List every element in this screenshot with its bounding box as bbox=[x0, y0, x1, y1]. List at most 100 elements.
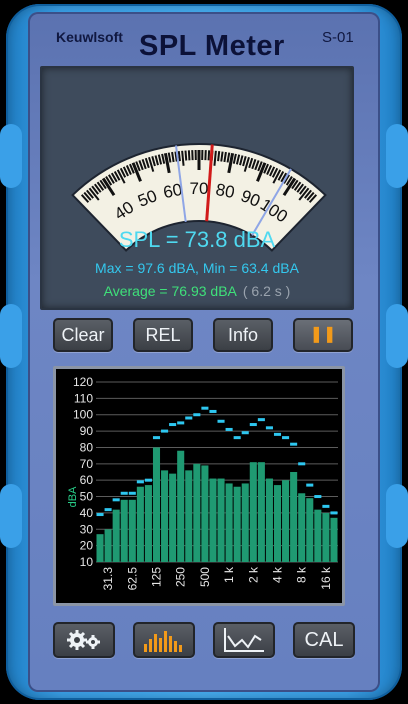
dial-tick bbox=[217, 151, 221, 162]
peak-marker bbox=[152, 436, 161, 440]
dial-tick bbox=[184, 150, 188, 161]
level-bar bbox=[136, 486, 144, 562]
level-bar bbox=[104, 529, 112, 562]
peak-marker bbox=[96, 513, 104, 517]
gears-icon bbox=[67, 630, 100, 650]
cal-button[interactable]: CAL bbox=[293, 622, 355, 658]
y-tick-label: 60 bbox=[80, 473, 94, 487]
max-min-readout: Max = 97.6 dBA, Min = 63.4 dBA bbox=[95, 260, 299, 276]
line-trace-icon bbox=[224, 628, 264, 652]
x-tick-label: 31.3 bbox=[101, 567, 115, 591]
level-bar bbox=[282, 480, 290, 562]
level-bar bbox=[249, 462, 257, 562]
spl-readout: SPL = 73.8 dBA bbox=[118, 227, 276, 252]
peak-marker bbox=[257, 418, 265, 422]
average-readout: Average = 76.93 dBA ( 6.2 s ) bbox=[42, 283, 352, 299]
x-tick-label: 500 bbox=[198, 567, 212, 587]
level-bar bbox=[201, 465, 209, 562]
peak-marker bbox=[120, 491, 128, 495]
dial-tick bbox=[220, 151, 224, 162]
y-tick-label: 90 bbox=[80, 424, 94, 438]
peak-marker bbox=[330, 511, 338, 515]
peak-marker bbox=[314, 495, 322, 499]
rel-button[interactable]: REL bbox=[133, 318, 193, 352]
level-bar bbox=[225, 483, 233, 562]
peak-marker bbox=[241, 431, 249, 435]
level-bar bbox=[233, 486, 241, 562]
y-tick-label: 80 bbox=[80, 440, 94, 454]
peak-marker bbox=[306, 483, 314, 487]
x-tick-label: 62.5 bbox=[125, 567, 139, 591]
trace-view-button[interactable] bbox=[213, 622, 275, 658]
dial-label: 80 bbox=[214, 180, 236, 202]
spectrum-chart: 10 20 30 40 50 60 70 80 90 100 110 120 31.3 62.5 125 2… bbox=[67, 375, 338, 590]
spectrum-graph: 10 20 30 40 50 60 70 80 90 100 110 120 31.3 62.5 125 2… bbox=[53, 366, 345, 606]
y-tick-label: 120 bbox=[73, 375, 93, 389]
level-bar bbox=[265, 478, 273, 562]
clear-button[interactable]: Clear bbox=[53, 318, 113, 352]
peak-marker bbox=[104, 508, 112, 512]
level-bar bbox=[96, 534, 104, 562]
x-tick-label: 4 k bbox=[271, 566, 285, 583]
peak-marker bbox=[273, 432, 282, 436]
y-tick-label: 110 bbox=[74, 391, 93, 405]
level-bar bbox=[306, 498, 314, 562]
side-grip-right bbox=[386, 484, 408, 548]
peak-marker bbox=[177, 421, 185, 425]
level-bar bbox=[314, 509, 322, 562]
side-grip-left bbox=[0, 304, 22, 368]
peak-marker bbox=[265, 426, 273, 430]
level-bar bbox=[193, 463, 201, 562]
peak-marker bbox=[298, 462, 306, 466]
level-bar bbox=[298, 493, 306, 562]
x-tick-label: 1 k bbox=[222, 566, 236, 583]
level-bar bbox=[128, 499, 136, 562]
level-bar bbox=[169, 473, 177, 562]
y-tick-label: 50 bbox=[80, 490, 94, 504]
spectrum-view-button[interactable] bbox=[133, 622, 195, 658]
peak-marker bbox=[185, 416, 193, 420]
level-bar bbox=[322, 512, 330, 562]
dial-tick bbox=[207, 150, 211, 161]
peak-marker bbox=[136, 480, 144, 484]
x-tick-labels: 31.3 62.5 125 250 500 1 k 2 k 4 k 8 k 16 k bbox=[101, 566, 333, 590]
meter-display: 40 50 60 70 80 90 100 SPL = 73.8 dBA Max = 97.… bbox=[40, 66, 354, 310]
brand-label: Keuwlsoft bbox=[56, 29, 123, 45]
peak-marker bbox=[233, 436, 241, 440]
level-bar bbox=[144, 485, 152, 562]
app-title: SPL Meter bbox=[139, 30, 285, 62]
y-tick-label: 100 bbox=[73, 408, 93, 422]
level-bar bbox=[161, 470, 169, 562]
peak-marker bbox=[249, 423, 257, 427]
level-bar bbox=[241, 483, 249, 562]
x-tick-label: 16 k bbox=[319, 566, 333, 590]
duration-value: ( 6.2 s ) bbox=[242, 283, 291, 299]
peak-marker bbox=[282, 436, 290, 440]
y-axis-label: dBA bbox=[67, 486, 79, 507]
peak-marker bbox=[128, 491, 136, 495]
level-bar bbox=[120, 499, 128, 562]
level-bar bbox=[209, 478, 217, 562]
level-bar bbox=[217, 478, 225, 562]
level-bar bbox=[290, 472, 298, 562]
x-tick-label: 250 bbox=[174, 567, 188, 587]
side-grip-right bbox=[386, 124, 408, 188]
level-bar bbox=[185, 470, 193, 562]
peak-marker bbox=[161, 429, 169, 433]
settings-button[interactable] bbox=[53, 622, 115, 658]
pause-icon: ❚❚ bbox=[309, 326, 337, 343]
y-tick-labels: 10 20 30 40 50 60 70 80 90 100 110 120 bbox=[73, 375, 93, 569]
peak-marker bbox=[217, 419, 225, 423]
y-tick-label: 10 bbox=[80, 555, 94, 569]
peak-marker bbox=[144, 478, 152, 482]
peak-marker bbox=[201, 406, 209, 410]
dial-tick bbox=[177, 151, 181, 162]
level-bar bbox=[112, 509, 120, 562]
side-grip-right bbox=[386, 304, 408, 368]
info-button[interactable]: Info bbox=[213, 318, 273, 352]
side-grip-left bbox=[0, 124, 22, 188]
pause-button[interactable]: ❚❚ bbox=[293, 318, 353, 352]
level-bar bbox=[152, 447, 161, 562]
model-label: S-01 bbox=[322, 29, 354, 46]
y-tick-label: 20 bbox=[80, 539, 94, 553]
